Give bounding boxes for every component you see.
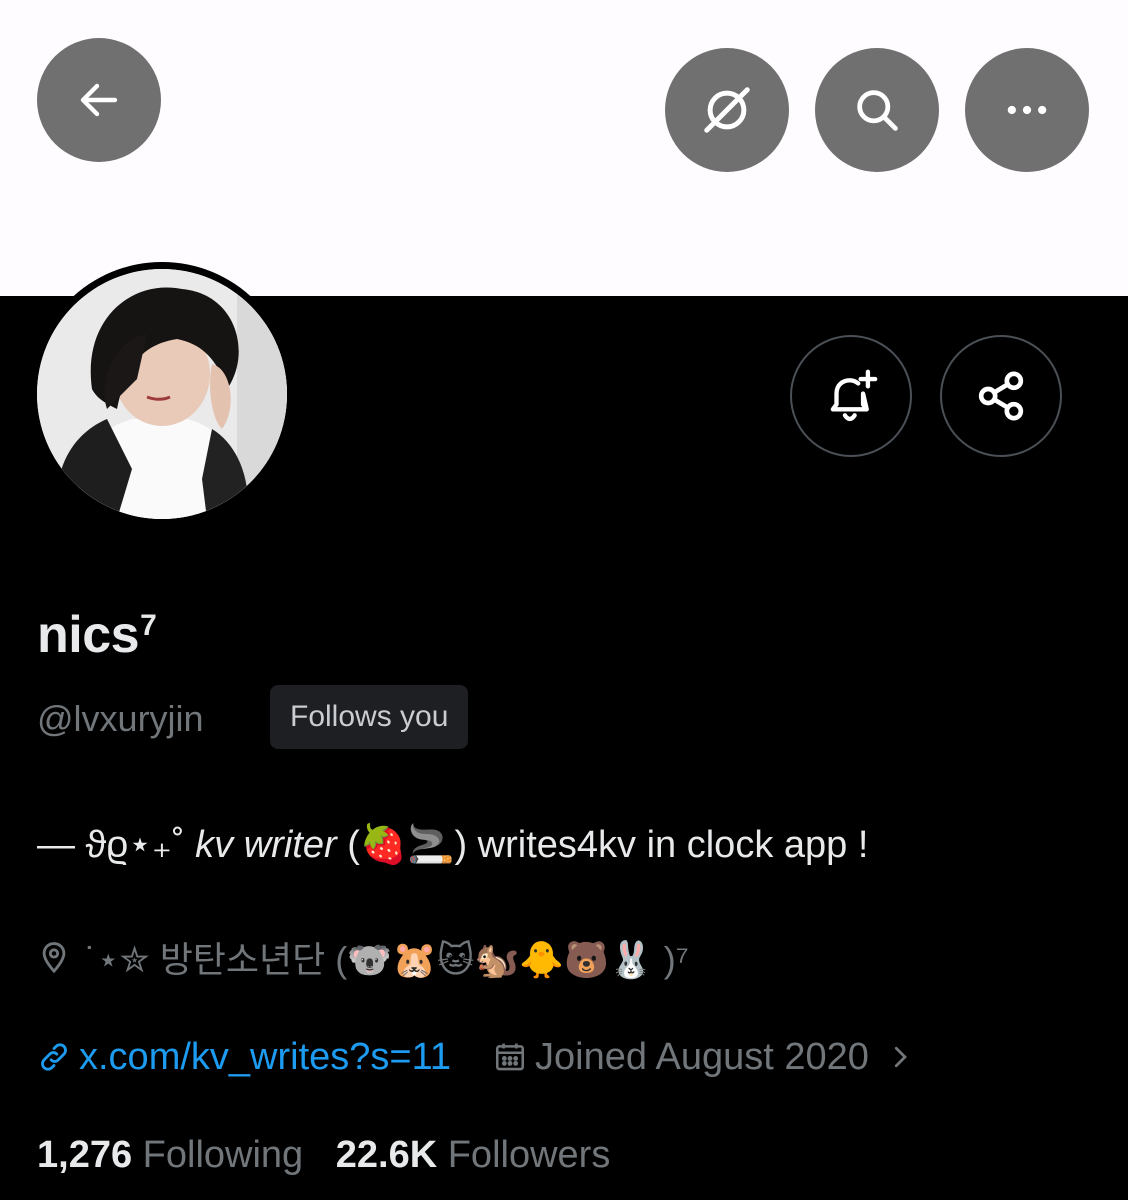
profile-meta: x.com/kv_writes?s=11 Joined August 2020 bbox=[37, 1030, 915, 1084]
avatar[interactable] bbox=[37, 269, 287, 519]
link-icon bbox=[41, 1043, 67, 1071]
followers-count: 22.6K bbox=[335, 1134, 438, 1176]
bio-prefix: — ϑϱ⋆₊˚ bbox=[37, 824, 196, 866]
more-button[interactable] bbox=[965, 48, 1089, 172]
profile-banner[interactable] bbox=[0, 0, 1128, 296]
arrow-left-icon bbox=[80, 83, 118, 117]
profile-link-text[interactable]: x.com/kv_writes?s=11 bbox=[79, 1036, 451, 1079]
joined-date[interactable]: Joined August 2020 bbox=[493, 1036, 915, 1079]
avatar-photo bbox=[37, 269, 287, 519]
display-name-text: nics bbox=[37, 606, 140, 664]
location: ˙⋆✮ 방탄소년단 (🐨🐹🐱🐿️🐥🐻🐰 )⁷ bbox=[37, 930, 689, 984]
bio-italic: kv writer bbox=[195, 824, 337, 866]
search-button[interactable] bbox=[815, 48, 939, 172]
following-count: 1,276 bbox=[37, 1134, 133, 1176]
location-text: ˙⋆✮ 방탄소년단 (🐨🐹🐱🐿️🐥🐻🐰 )⁷ bbox=[85, 939, 689, 980]
bio-emoji: (🍓🚬) bbox=[347, 824, 468, 866]
search-icon bbox=[857, 90, 898, 131]
share-icon bbox=[978, 371, 1024, 421]
calendar-icon bbox=[496, 1043, 525, 1071]
display-name: nics7 bbox=[37, 605, 157, 665]
handle: @lvxuryjin bbox=[37, 698, 204, 739]
share-button[interactable] bbox=[940, 335, 1062, 457]
bio-suffix: writes4kv in clock app ! bbox=[467, 824, 869, 866]
grok-button[interactable] bbox=[665, 48, 789, 172]
follow-stats: 1,276 Following 22.6K Followers bbox=[37, 1134, 610, 1177]
profile-link[interactable]: x.com/kv_writes?s=11 bbox=[37, 1036, 451, 1079]
bio: — ϑϱ⋆₊˚ kv writer (🍓🚬) writes4kv in cloc… bbox=[37, 822, 868, 867]
following-stat[interactable]: 1,276 Following bbox=[37, 1134, 303, 1176]
followers-stat[interactable]: 22.6K Followers bbox=[336, 1134, 611, 1176]
chevron-right-icon bbox=[894, 1046, 907, 1068]
following-label: Following bbox=[142, 1134, 304, 1176]
avatar-ring bbox=[30, 262, 294, 526]
joined-text: Joined August 2020 bbox=[535, 1035, 869, 1078]
follows-you-badge: Follows you bbox=[270, 685, 469, 749]
location-pin-icon bbox=[42, 942, 66, 974]
grok-icon bbox=[704, 87, 750, 133]
followers-label: Followers bbox=[447, 1134, 611, 1176]
notify-button[interactable] bbox=[790, 335, 912, 457]
bell-plus-icon bbox=[830, 369, 878, 422]
more-horizontal-icon bbox=[1007, 105, 1047, 115]
display-name-superscript: 7 bbox=[140, 609, 157, 642]
back-button[interactable] bbox=[37, 38, 161, 162]
